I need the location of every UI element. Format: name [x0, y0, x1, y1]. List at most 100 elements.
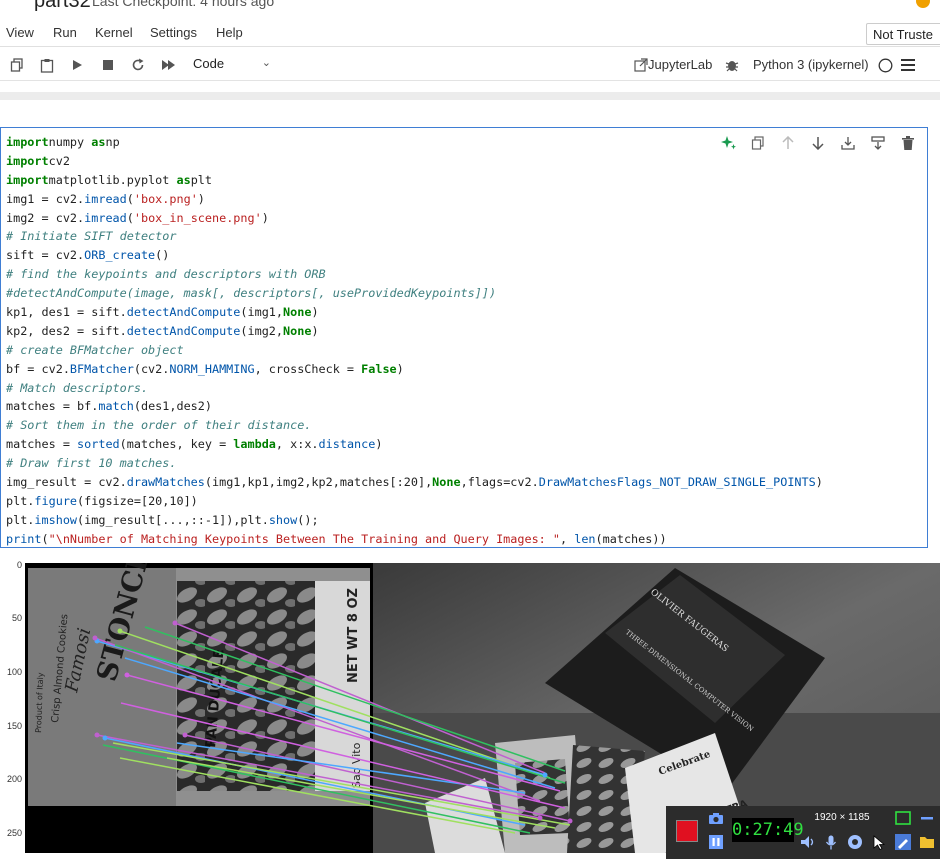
code-token: match — [98, 399, 134, 414]
code-token: import — [6, 153, 49, 168]
code-token: ,flags=cv2. — [460, 475, 539, 490]
cell-toolbar — [719, 133, 919, 153]
code-token: None — [432, 475, 461, 490]
trust-button[interactable]: Not Truste — [866, 23, 940, 45]
code-cell[interactable]: importnumpy asnp importcv2 importmatplotli… — [0, 127, 928, 548]
code-token: (img1,kp1,img2,kp2,matches[:20], — [204, 475, 433, 490]
code-token: (img_result[...,::-1]),plt. — [77, 512, 269, 527]
code-token: (cv2. — [133, 361, 170, 376]
copy-icon[interactable] — [8, 56, 26, 74]
code-token: len — [574, 531, 596, 546]
insert-above-icon[interactable] — [838, 133, 858, 153]
ai-sparkle-icon[interactable] — [719, 133, 739, 153]
menu-settings[interactable]: Settings — [150, 25, 197, 40]
code-line[interactable]: kp1, des1 = sift.detectAndCompute(img1,N… — [6, 303, 823, 322]
code-token: ) — [375, 437, 383, 452]
menu-hamburger-icon[interactable] — [899, 56, 917, 74]
code-line[interactable]: sift = cv2.ORB_create() — [6, 246, 823, 265]
box-label-panel — [28, 568, 176, 806]
region-icon[interactable] — [895, 810, 911, 826]
insert-below-icon[interactable] — [868, 133, 888, 153]
code-token: img_result = cv2. — [6, 475, 127, 490]
code-token: kp1, des1 = sift. — [6, 305, 127, 320]
code-token: , crossCheck = — [254, 361, 362, 376]
move-down-icon[interactable] — [808, 133, 828, 153]
code-line[interactable]: # Initiate SIFT detector — [6, 227, 823, 246]
webcam-icon[interactable] — [847, 834, 863, 850]
code-line[interactable]: img2 = cv2.imread('box_in_scene.png') — [6, 209, 823, 228]
code-token: # Sort them in the order of their distan… — [6, 418, 312, 433]
y-tick-0: 0 — [16, 560, 22, 570]
chevron-down-icon: ⌄ — [261, 57, 271, 69]
code-token: print — [6, 531, 42, 546]
pen-icon[interactable] — [895, 834, 911, 850]
move-up-icon[interactable] — [778, 133, 798, 153]
kernel-name[interactable]: Python 3 (ipykernel) — [753, 57, 869, 72]
menu-run[interactable]: Run — [53, 25, 77, 40]
code-token: img1 = cv2. — [6, 191, 85, 206]
run-icon[interactable] — [68, 56, 86, 74]
microphone-icon[interactable] — [823, 834, 839, 850]
code-line[interactable]: importnumpy asnp — [6, 133, 823, 152]
code-token: "\nNumber of Matching Keypoints Between … — [48, 531, 560, 546]
menu-kernel[interactable]: Kernel — [95, 25, 133, 40]
code-token: detectAndCompute — [126, 323, 241, 338]
code-token: ( — [126, 191, 134, 206]
code-token: lambda — [233, 437, 276, 452]
cursor-icon[interactable] — [871, 834, 887, 850]
speaker-icon[interactable] — [800, 834, 816, 850]
pause-icon[interactable] — [708, 834, 724, 850]
code-line[interactable]: img1 = cv2.imread('box.png') — [6, 190, 823, 209]
y-tick-50: 50 — [11, 613, 22, 623]
code-line[interactable]: # create BFMatcher object — [6, 341, 823, 360]
code-line[interactable]: plt.figure(figsize=[20,10]) — [6, 492, 823, 511]
code-line[interactable]: # Sort them in the order of their distan… — [6, 416, 823, 435]
code-token: show — [268, 512, 298, 527]
code-token: imread — [84, 191, 127, 206]
delete-cell-icon[interactable] — [898, 133, 918, 153]
code-token: import — [6, 172, 49, 187]
folder-icon[interactable] — [919, 834, 935, 850]
cell-type-select[interactable]: Code ⌄ — [193, 56, 275, 74]
code-line[interactable]: # Draw first 10 matches. — [6, 454, 823, 473]
stop-icon[interactable] — [99, 56, 117, 74]
code-token: BFMatcher — [69, 361, 134, 376]
code-line[interactable]: matches = sorted(matches, key = lambda, … — [6, 435, 823, 454]
code-line[interactable]: # Match descriptors. — [6, 379, 823, 398]
code-line[interactable]: #detectAndCompute(image, mask[, descript… — [6, 284, 823, 303]
code-line[interactable]: matches = bf.match(des1,des2) — [6, 397, 823, 416]
cell-type-value: Code — [193, 56, 225, 71]
code-line[interactable]: importcv2 — [6, 152, 823, 171]
code-line[interactable]: importmatplotlib.pyplot asplt — [6, 171, 823, 190]
code-line[interactable]: bf = cv2.BFMatcher(cv2.NORM_HAMMING, cro… — [6, 360, 823, 379]
paste-icon[interactable] — [38, 56, 56, 74]
code-token: ORB_create — [84, 248, 156, 263]
code-token: img2 = cv2. — [6, 210, 85, 225]
minimize-icon[interactable] — [919, 810, 935, 826]
code-token: matches = — [6, 437, 78, 452]
code-line[interactable]: # find the keypoints and descriptors wit… — [6, 265, 823, 284]
restart-icon[interactable] — [129, 56, 147, 74]
window-titlebar: part32 Last Checkpoint: 4 hours ago — [0, 0, 940, 14]
code-line[interactable]: img_result = cv2.drawMatches(img1,kp1,im… — [6, 473, 823, 492]
menu-view[interactable]: View — [6, 25, 34, 40]
camera-icon[interactable] — [708, 810, 724, 826]
code-line[interactable]: print("\nNumber of Matching Keypoints Be… — [6, 530, 823, 549]
menu-help[interactable]: Help — [216, 25, 243, 40]
record-button[interactable] — [676, 820, 698, 842]
code-line[interactable]: kp2, des2 = sift.detectAndCompute(img2,N… — [6, 322, 823, 341]
code-token: matplotlib.pyplot — [48, 172, 177, 187]
notebook-title[interactable]: part32 — [34, 0, 91, 13]
code-token: as — [176, 172, 191, 187]
code-line[interactable]: plt.imshow(img_result[...,::-1]),plt.sho… — [6, 511, 823, 530]
code-token: # Match descriptors. — [6, 380, 149, 395]
code-editor[interactable]: importnumpy asnp importcv2 importmatplotli… — [6, 133, 823, 549]
jupyterlab-link[interactable]: JupyterLab — [648, 57, 712, 72]
code-token: numpy — [48, 135, 92, 149]
fast-forward-icon[interactable] — [160, 56, 178, 74]
code-token: NORM_HAMMING — [169, 361, 255, 376]
y-tick-150: 150 — [6, 721, 22, 731]
debugger-bug-icon[interactable] — [723, 56, 741, 74]
box-weight-text: NET WT 8 OZ — [346, 588, 361, 683]
duplicate-cell-icon[interactable] — [748, 133, 768, 153]
